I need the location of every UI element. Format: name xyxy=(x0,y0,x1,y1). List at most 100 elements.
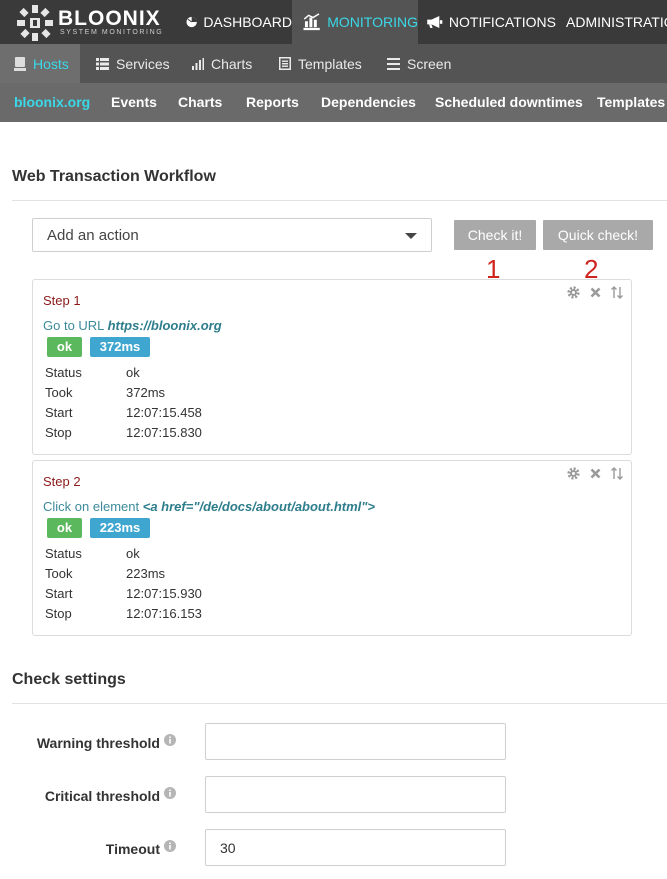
step-title: Step 2 xyxy=(43,474,81,489)
template-icon xyxy=(279,57,291,70)
timeout-label: Timeout xyxy=(105,841,160,857)
nav-monitoring-label: MONITORING xyxy=(327,14,418,30)
screen-icon xyxy=(387,57,400,70)
subnav-services[interactable]: Services xyxy=(88,44,170,83)
detail-row-took: Took 372ms xyxy=(45,385,165,400)
add-action-select-value: Add an action xyxy=(47,227,139,244)
host-nav-scheduled-downtimes[interactable]: Scheduled downtimes xyxy=(435,83,583,122)
settings-divider xyxy=(12,703,667,704)
step-action-target: <a href="/de/docs/about/about.html"> xyxy=(142,499,376,514)
step-action-target: https://bloonix.org xyxy=(107,318,222,333)
status-badge: ok xyxy=(47,337,82,357)
settings-gear-icon[interactable] xyxy=(567,286,580,299)
host-nav-dependencies[interactable]: Dependencies xyxy=(321,83,416,122)
duration-badge: 223ms xyxy=(90,518,150,538)
brand-tagline: SYSTEM MONITORING xyxy=(60,29,164,36)
list-icon xyxy=(96,57,109,70)
detail-row-stop: Stop 12:07:16.153 xyxy=(45,606,202,621)
timeout-input[interactable] xyxy=(205,829,506,866)
nav-administration[interactable]: ADMINISTRATION xyxy=(556,0,667,44)
remove-step-icon[interactable] xyxy=(590,468,601,479)
info-icon[interactable] xyxy=(164,840,176,852)
info-icon[interactable] xyxy=(164,734,176,746)
detail-value: 12:07:16.153 xyxy=(126,606,202,621)
detail-key: Start xyxy=(45,586,73,601)
status-badge: ok xyxy=(47,518,82,538)
check-settings-title: Check settings xyxy=(12,671,126,688)
detail-value: ok xyxy=(126,546,140,561)
caret-down-icon xyxy=(405,233,417,239)
check-it-button[interactable]: Check it! xyxy=(454,220,536,250)
hosts-icon xyxy=(14,56,26,71)
warning-threshold-input[interactable] xyxy=(205,723,506,760)
duration-badge: 372ms xyxy=(90,337,150,357)
bar-chart-icon xyxy=(192,57,204,70)
subnav-hosts-label: Hosts xyxy=(33,55,69,72)
dashboard-gauge-icon xyxy=(186,16,197,28)
step-tools xyxy=(567,286,623,299)
bloonix-logo-icon xyxy=(17,5,53,41)
workflow-step-2: Step 2 Click on element <a href="/de/doc… xyxy=(32,460,632,636)
critical-threshold-label: Critical threshold xyxy=(44,788,160,804)
detail-row-took: Took 223ms xyxy=(45,566,165,581)
detail-row-status: Status ok xyxy=(45,365,140,380)
detail-row-status: Status ok xyxy=(45,546,140,561)
detail-value: 12:07:15.458 xyxy=(126,405,202,420)
detail-value: 12:07:15.830 xyxy=(126,425,202,440)
detail-row-start: Start 12:07:15.930 xyxy=(45,586,202,601)
workflow-title: Web Transaction Workflow xyxy=(12,168,216,185)
host-nav-events[interactable]: Events xyxy=(111,83,157,122)
info-icon[interactable] xyxy=(164,787,176,799)
subnav-hosts[interactable]: Hosts xyxy=(0,44,80,83)
host-nav-reports[interactable]: Reports xyxy=(246,83,299,122)
subnav-charts[interactable]: Charts xyxy=(186,44,252,83)
detail-value: 372ms xyxy=(126,385,166,400)
detail-key: Start xyxy=(45,405,73,420)
brand-name: BLOONIX xyxy=(58,7,161,30)
detail-key: Took xyxy=(45,566,73,581)
subnav-screen-label: Screen xyxy=(407,55,452,72)
monitoring-chart-icon xyxy=(303,13,320,31)
subnav-templates[interactable]: Templates xyxy=(271,44,362,83)
add-action-select[interactable]: Add an action xyxy=(32,218,432,252)
detail-key: Status xyxy=(45,546,82,561)
workflow-step-1: Step 1 Go to URL https://bloonix.org ok … xyxy=(32,279,632,455)
sort-arrows-icon[interactable] xyxy=(611,467,623,480)
subnav-screen[interactable]: Screen xyxy=(379,44,451,83)
settings-gear-icon[interactable] xyxy=(567,467,580,480)
nav-dashboard-label: DASHBOARD xyxy=(203,14,292,30)
host-navigation: bloonix.org Events Charts Reports Depend… xyxy=(0,83,667,122)
host-nav-templates[interactable]: Templates xyxy=(597,83,665,122)
host-nav-charts[interactable]: Charts xyxy=(178,83,222,122)
nav-notifications-label: NOTIFICATIONS xyxy=(448,14,556,30)
step-action-label: Click on element xyxy=(43,499,140,514)
detail-row-stop: Stop 12:07:15.830 xyxy=(45,425,202,440)
step-action-label: Go to URL xyxy=(43,318,104,333)
critical-threshold-input[interactable] xyxy=(205,776,506,813)
detail-value: 12:07:15.930 xyxy=(126,586,202,601)
detail-key: Took xyxy=(45,385,73,400)
warning-threshold-label: Warning threshold xyxy=(36,735,160,751)
nav-administration-label: ADMINISTRATION xyxy=(566,14,667,30)
megaphone-icon xyxy=(427,15,443,29)
remove-step-icon[interactable] xyxy=(590,287,601,298)
detail-key: Status xyxy=(45,365,82,380)
nav-dashboard[interactable]: DASHBOARD xyxy=(182,0,292,44)
step-title: Step 1 xyxy=(43,293,81,308)
nav-notifications[interactable]: NOTIFICATIONS xyxy=(418,0,556,44)
detail-key: Stop xyxy=(45,606,72,621)
step-tools xyxy=(567,467,623,480)
bloonix-logo[interactable]: BLOONIX SYSTEM MONITORING xyxy=(12,2,182,42)
quick-check-button[interactable]: Quick check! xyxy=(543,220,653,250)
detail-value: 223ms xyxy=(126,566,166,581)
top-navigation-bar: BLOONIX SYSTEM MONITORING DASHBOARD MONI… xyxy=(0,0,667,44)
step-action: Go to URL https://bloonix.org xyxy=(43,318,222,333)
subnav-templates-label: Templates xyxy=(298,55,362,72)
host-nav-site[interactable]: bloonix.org xyxy=(14,83,90,122)
sort-arrows-icon[interactable] xyxy=(611,286,623,299)
detail-row-start: Start 12:07:15.458 xyxy=(45,405,202,420)
workflow-divider xyxy=(12,200,667,201)
detail-key: Stop xyxy=(45,425,72,440)
nav-monitoring[interactable]: MONITORING xyxy=(292,0,418,44)
subnav-services-label: Services xyxy=(116,55,170,72)
